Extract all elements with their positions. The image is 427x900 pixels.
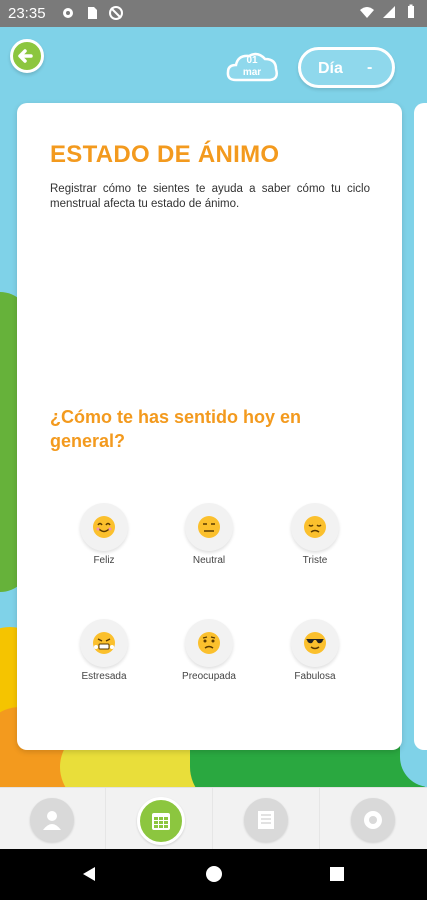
bottom-nav	[0, 787, 427, 850]
date-month: mar	[242, 67, 262, 78]
sunglasses-face-icon	[304, 632, 326, 654]
calendar-icon	[152, 813, 170, 830]
mood-option-neutral[interactable]: Neutral	[169, 503, 249, 566]
arrow-left-icon	[18, 49, 33, 63]
neutral-face-icon	[198, 516, 220, 538]
no-sync-icon	[109, 6, 123, 20]
mood-label: Estresada	[81, 671, 127, 682]
notes-icon	[258, 811, 274, 829]
nav-calendar[interactable]	[107, 788, 213, 850]
profile-icon	[43, 811, 61, 830]
mood-option-estresada[interactable]: Estresada	[64, 619, 144, 682]
happy-face-icon	[93, 516, 115, 538]
system-nav-bar	[0, 849, 427, 900]
view-toggle[interactable]: Día -	[298, 47, 395, 88]
home-circle-icon[interactable]	[205, 865, 223, 883]
nav-settings[interactable]	[321, 788, 427, 850]
status-bar: 23:35	[0, 0, 427, 27]
date-day: 01	[246, 55, 258, 66]
mood-question: ¿Cómo te has sentido hoy en general?	[50, 407, 302, 451]
mood-label: Triste	[302, 555, 328, 566]
signal-icon	[383, 6, 395, 18]
wifi-icon	[360, 7, 374, 18]
nav-notes[interactable]	[214, 788, 320, 850]
back-button[interactable]	[10, 39, 44, 73]
mood-option-preocupada[interactable]: Preocupada	[169, 619, 249, 682]
mood-label: Preocupada	[182, 671, 236, 682]
view-toggle-label: Día	[318, 60, 343, 77]
mood-label: Neutral	[192, 555, 226, 566]
sad-face-icon	[304, 516, 326, 538]
next-card-peek	[414, 103, 427, 750]
nav-profile[interactable]	[0, 788, 106, 850]
gear-icon	[63, 8, 73, 18]
mood-option-feliz[interactable]: Feliz	[64, 503, 144, 566]
mood-card: ESTADO DE ÁNIMO Registrar cómo te siente…	[17, 103, 402, 750]
view-toggle-minus[interactable]: -	[367, 59, 372, 77]
mood-option-triste[interactable]: Triste	[275, 503, 355, 566]
card-description: Registrar cómo te sientes te ayuda a sab…	[50, 183, 370, 210]
back-triangle-icon[interactable]	[80, 865, 98, 883]
status-time: 23:35	[8, 5, 46, 22]
mood-label: Fabulosa	[294, 671, 336, 682]
date-label: 01 mar	[224, 55, 280, 79]
settings-icon	[364, 811, 382, 829]
mood-label: Feliz	[93, 555, 115, 566]
battery-icon	[408, 4, 414, 18]
page-title: ESTADO DE ÁNIMO	[50, 141, 280, 168]
recents-square-icon[interactable]	[328, 865, 346, 883]
stressed-face-icon	[93, 632, 115, 654]
worried-face-icon	[198, 632, 220, 654]
mood-option-fabulosa[interactable]: Fabulosa	[275, 619, 355, 682]
sd-card-icon	[88, 7, 97, 19]
